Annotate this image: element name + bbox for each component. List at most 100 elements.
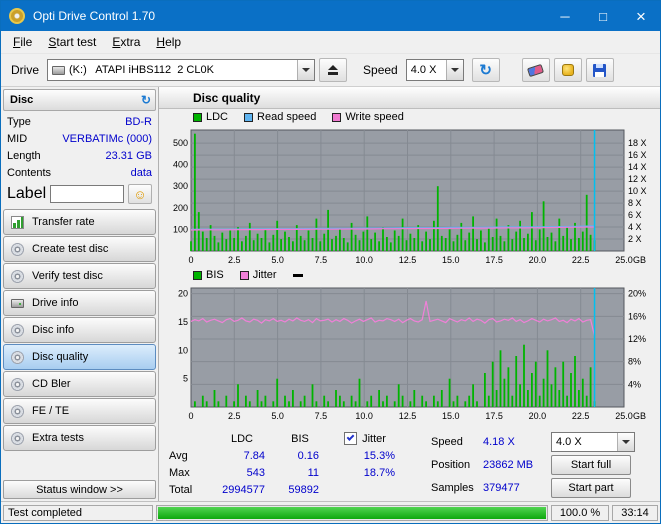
svg-text:12 X: 12 X	[628, 174, 647, 184]
svg-text:17.5: 17.5	[485, 255, 503, 265]
sidebar-item-label: Create test disc	[32, 243, 109, 255]
legend-write-speed: Write speed	[332, 111, 404, 123]
chart-bis-jitter: 5 10 15 20 4% 8% 12% 16% 20% 0 2.5 5.0 7.5 10.0 12.5 15…	[178, 287, 646, 421]
eject-button[interactable]	[319, 58, 348, 82]
refresh-icon: ↻	[140, 93, 151, 107]
drive-select[interactable]: (K:) ATAPI iHBS112 2 CL0K	[47, 59, 316, 81]
sidebar-item-drive-info[interactable]: Drive info	[3, 290, 156, 316]
quality-speed-select[interactable]: 4.0 X	[551, 431, 635, 452]
menubar: File Start test Extra Help	[1, 31, 660, 53]
save-button[interactable]	[585, 58, 614, 82]
jitter-checkbox[interactable]	[344, 432, 358, 445]
minimize-button[interactable]: ─	[546, 1, 584, 31]
drive-icon	[52, 65, 66, 75]
sidebar-item-label: Disc info	[32, 324, 75, 336]
refresh-button[interactable]: ↻	[471, 58, 500, 82]
start-full-button[interactable]: Start full	[551, 454, 631, 475]
start-part-button[interactable]: Start part	[551, 477, 631, 498]
sidebar-item-transfer-rate[interactable]: Transfer rate	[3, 209, 156, 235]
svg-text:18 X: 18 X	[628, 138, 647, 148]
svg-text:8%: 8%	[628, 357, 641, 367]
svg-text:6 X: 6 X	[628, 210, 642, 220]
mid-label: MID	[7, 133, 28, 145]
svg-text:5.0: 5.0	[271, 255, 284, 265]
menu-help[interactable]: Help	[148, 35, 189, 49]
svg-text:0: 0	[188, 255, 193, 265]
svg-text:25.0: 25.0	[615, 411, 633, 421]
legend-label: BIS	[206, 269, 224, 281]
svg-text:20%: 20%	[628, 289, 646, 299]
svg-text:25.0: 25.0	[615, 255, 633, 265]
stats-area: LDC BIS Jitter Avg 7.84 0.16 15.3% Max 5…	[159, 423, 660, 501]
legend-label: LDC	[206, 111, 229, 123]
contents-value: data	[130, 167, 152, 179]
row-label-avg: Avg	[169, 449, 188, 462]
svg-text:2.5: 2.5	[228, 411, 241, 421]
maximize-button[interactable]: □	[584, 1, 622, 31]
thumbs-up-icon	[561, 64, 574, 76]
verify-test-disc-icon	[11, 269, 24, 283]
smiley-button[interactable]: ☺	[128, 184, 152, 204]
maximize-icon: □	[599, 8, 607, 24]
erase-disc-button[interactable]	[521, 58, 550, 82]
menu-file[interactable]: File	[5, 35, 40, 49]
refresh-icon: ↻	[479, 61, 492, 79]
chevron-down-icon[interactable]	[445, 60, 463, 80]
position-label: Position	[431, 458, 471, 471]
svg-text:0: 0	[188, 411, 193, 421]
row-label-total: Total	[169, 483, 193, 496]
submit-results-button[interactable]	[553, 58, 582, 82]
read-speed-swatch-icon	[244, 112, 254, 122]
svg-text:17.5: 17.5	[485, 411, 503, 421]
svg-text:5: 5	[183, 374, 188, 384]
scan-speed-label: Speed	[431, 435, 463, 448]
contents-label: Contents	[7, 167, 52, 179]
sidebar-item-label: Verify test disc	[32, 270, 103, 282]
type-label: Type	[7, 116, 31, 128]
sidebar-item-fe-te[interactable]: FE / TE	[3, 398, 156, 424]
sidebar-item-disc-quality[interactable]: Disc quality	[3, 344, 156, 370]
sidebar-item-disc-info[interactable]: Disc info	[3, 317, 156, 343]
legend-label: Write speed	[345, 111, 404, 123]
row-label-max: Max	[169, 466, 190, 479]
type-value: BD-R	[125, 116, 152, 128]
sidebar-item-label: Extra tests	[32, 432, 84, 444]
disc-label-input[interactable]	[50, 185, 124, 203]
menu-start-test[interactable]: Start test	[40, 35, 104, 49]
sidebar-item-label: Transfer rate	[32, 216, 95, 228]
svg-text:16 X: 16 X	[628, 150, 647, 160]
drive-label: Drive	[11, 63, 40, 77]
label-label: Label	[7, 185, 47, 202]
svg-text:10.0: 10.0	[355, 411, 373, 421]
svg-text:2 X: 2 X	[628, 234, 642, 244]
chevron-down-icon[interactable]	[297, 60, 315, 80]
rescan-disc-button[interactable]: ↻	[141, 93, 151, 107]
svg-text:15.0: 15.0	[442, 255, 460, 265]
disc-info-contents: Contents data	[3, 165, 156, 182]
svg-text:12.5: 12.5	[399, 255, 417, 265]
bis-swatch-icon	[193, 270, 202, 280]
disc-info-length: Length 23.31 GB	[3, 148, 156, 165]
quality-speed-value: 4.0 X	[556, 435, 582, 448]
sidebar-item-verify-test-disc[interactable]: Verify test disc	[3, 263, 156, 289]
svg-text:10.0: 10.0	[355, 255, 373, 265]
speed-select[interactable]: 4.0 X	[405, 59, 464, 81]
status-window-button[interactable]: Status window >>	[3, 480, 156, 499]
sidebar-item-cd-bler[interactable]: CD Bler	[3, 371, 156, 397]
svg-text:5.0: 5.0	[271, 411, 284, 421]
progress-percent: 100.0 %	[551, 504, 609, 521]
app-window: Opti Drive Control 1.70 ─ □ × File Start …	[0, 0, 661, 524]
svg-text:20.0: 20.0	[529, 255, 547, 265]
svg-text:7.5: 7.5	[315, 411, 328, 421]
progress-fill	[158, 506, 546, 519]
sidebar-item-extra-tests[interactable]: Extra tests	[3, 425, 156, 451]
menu-extra[interactable]: Extra	[104, 35, 148, 49]
legend-read-speed: Read speed	[244, 111, 316, 123]
sidebar-item-create-test-disc[interactable]: Create test disc	[3, 236, 156, 262]
chevron-down-icon[interactable]	[617, 432, 634, 451]
drive-select-value: (K:) ATAPI iHBS112 2 CL0K	[69, 64, 214, 76]
svg-text:100: 100	[173, 224, 188, 234]
close-button[interactable]: ×	[622, 1, 660, 31]
svg-text:20.0: 20.0	[529, 411, 547, 421]
eject-icon	[327, 65, 339, 75]
